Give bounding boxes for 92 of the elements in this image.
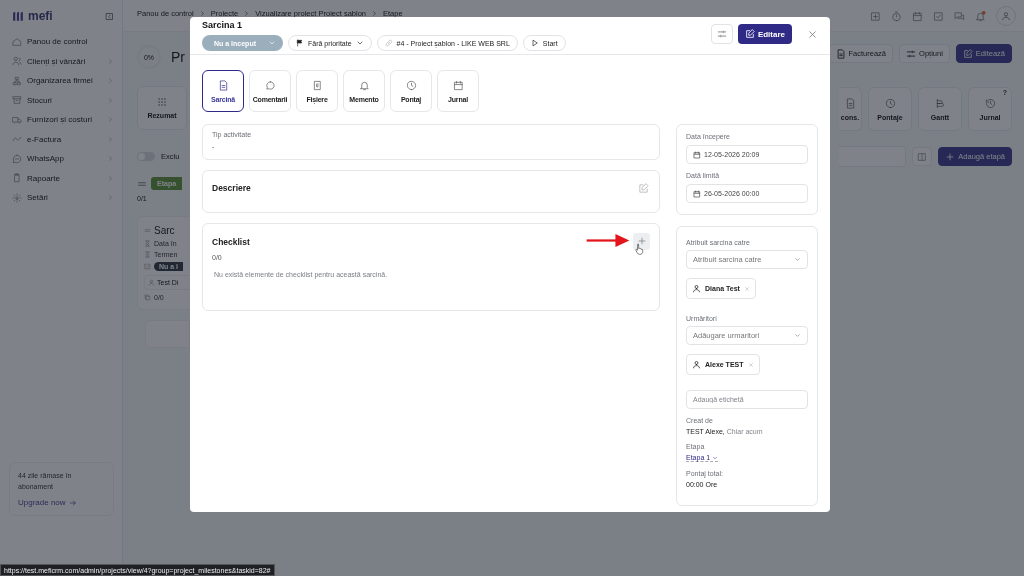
edit-icon (744, 29, 755, 39)
document-icon (217, 79, 229, 91)
task-title: Sarc (154, 225, 175, 236)
upgrade-link[interactable]: Upgrade now (18, 498, 105, 507)
nav-item[interactable]: WhatsApp (12, 149, 114, 169)
speech-bubble-icon (264, 79, 276, 91)
nav-item[interactable]: Stocuri (12, 90, 114, 110)
close-icon[interactable] (807, 28, 818, 40)
hourglass-icon (144, 240, 151, 247)
edit-icon[interactable] (638, 183, 649, 194)
gantt-icon (934, 97, 946, 109)
task-icon[interactable] (933, 10, 944, 22)
chevron-icon (371, 10, 378, 17)
nav-item[interactable]: Organizarea firmei (12, 71, 114, 91)
chevron-down-icon (712, 454, 719, 461)
calendar-icon[interactable] (912, 10, 923, 22)
dialog-title: Sarcina 1 (202, 20, 244, 30)
chevron-icon (107, 96, 114, 104)
chevron-icon (107, 174, 114, 182)
project-title: Pr (171, 49, 185, 65)
nav-item[interactable]: Setări (12, 188, 114, 208)
pointer-arrow (586, 234, 630, 247)
user-icon (1001, 11, 1011, 21)
checkbox-icon (144, 263, 151, 270)
copy-icon (144, 294, 151, 301)
edit-button[interactable]: Editare (737, 24, 792, 44)
clock-icon (884, 97, 896, 109)
settings-icon (12, 192, 22, 203)
add-item-button[interactable] (633, 232, 650, 250)
chevron-icon (107, 194, 114, 202)
notifications-icon[interactable] (975, 10, 986, 22)
sliders-icon (906, 48, 917, 59)
clipboard-icon (12, 173, 22, 184)
logo-icon (12, 10, 25, 22)
columns-icon (917, 151, 928, 162)
chats-icon[interactable] (954, 10, 965, 22)
users-icon (12, 56, 22, 67)
calendar-icon (693, 150, 701, 159)
chevron-icon (107, 135, 114, 143)
drag-handle-icon (144, 227, 151, 234)
user-icon (692, 360, 701, 369)
flag-icon (296, 39, 304, 47)
hierarchy-icon (12, 75, 22, 86)
bell-icon (358, 79, 370, 91)
remove-icon[interactable] (747, 361, 754, 368)
sliders-icon (716, 29, 727, 39)
chevron-icon (107, 57, 114, 65)
document-icon (844, 97, 856, 109)
plus-icon (636, 236, 647, 246)
box-icon (12, 95, 22, 106)
logo-text: mefi (28, 9, 54, 23)
calendar-icon (693, 189, 701, 198)
calendar-icon (452, 79, 464, 91)
chat-icon (12, 153, 22, 164)
edit-icon (962, 48, 973, 59)
plus-icon (945, 151, 956, 162)
add-icon[interactable] (870, 10, 881, 22)
sliders-button[interactable] (710, 24, 733, 44)
nav-item[interactable]: Furnizori și costuri (12, 110, 114, 130)
section-title: Checklist (212, 237, 250, 247)
columns-button[interactable] (912, 147, 933, 166)
nav-item[interactable]: Panou de control (12, 32, 114, 52)
chevron-down-icon (268, 39, 276, 47)
document-icon (835, 48, 846, 59)
arrow-right-icon (68, 498, 77, 507)
play-icon (530, 39, 539, 47)
chevron-icon (107, 155, 114, 163)
remove-icon[interactable] (743, 285, 750, 292)
chevron-icon (243, 10, 251, 17)
history-icon (984, 97, 996, 109)
chevron-icon (198, 10, 206, 17)
grid-icon (157, 97, 167, 107)
collapse-icon[interactable] (105, 11, 114, 21)
clock-icon (405, 79, 417, 91)
attachment-icon (311, 79, 323, 91)
nav-item[interactable]: Rapoarte (12, 168, 114, 188)
chevron-icon (107, 116, 114, 124)
user-icon (692, 284, 701, 293)
hourglass-icon (144, 251, 151, 258)
hand-cursor-icon (635, 243, 644, 255)
house-icon (12, 36, 22, 47)
link-icon (384, 39, 393, 47)
nav-item[interactable]: Clienți și vânzări (12, 51, 114, 71)
chevron-icon (107, 77, 114, 85)
section-title: Descriere (212, 183, 251, 193)
chevron-down-icon (355, 39, 364, 47)
nav-item[interactable]: e-Factura (12, 129, 114, 149)
timer-icon[interactable] (891, 10, 902, 22)
chevron-down-icon (794, 332, 801, 339)
truck-icon (12, 114, 22, 125)
chevron-down-icon (794, 256, 801, 263)
user-icon (148, 279, 155, 286)
